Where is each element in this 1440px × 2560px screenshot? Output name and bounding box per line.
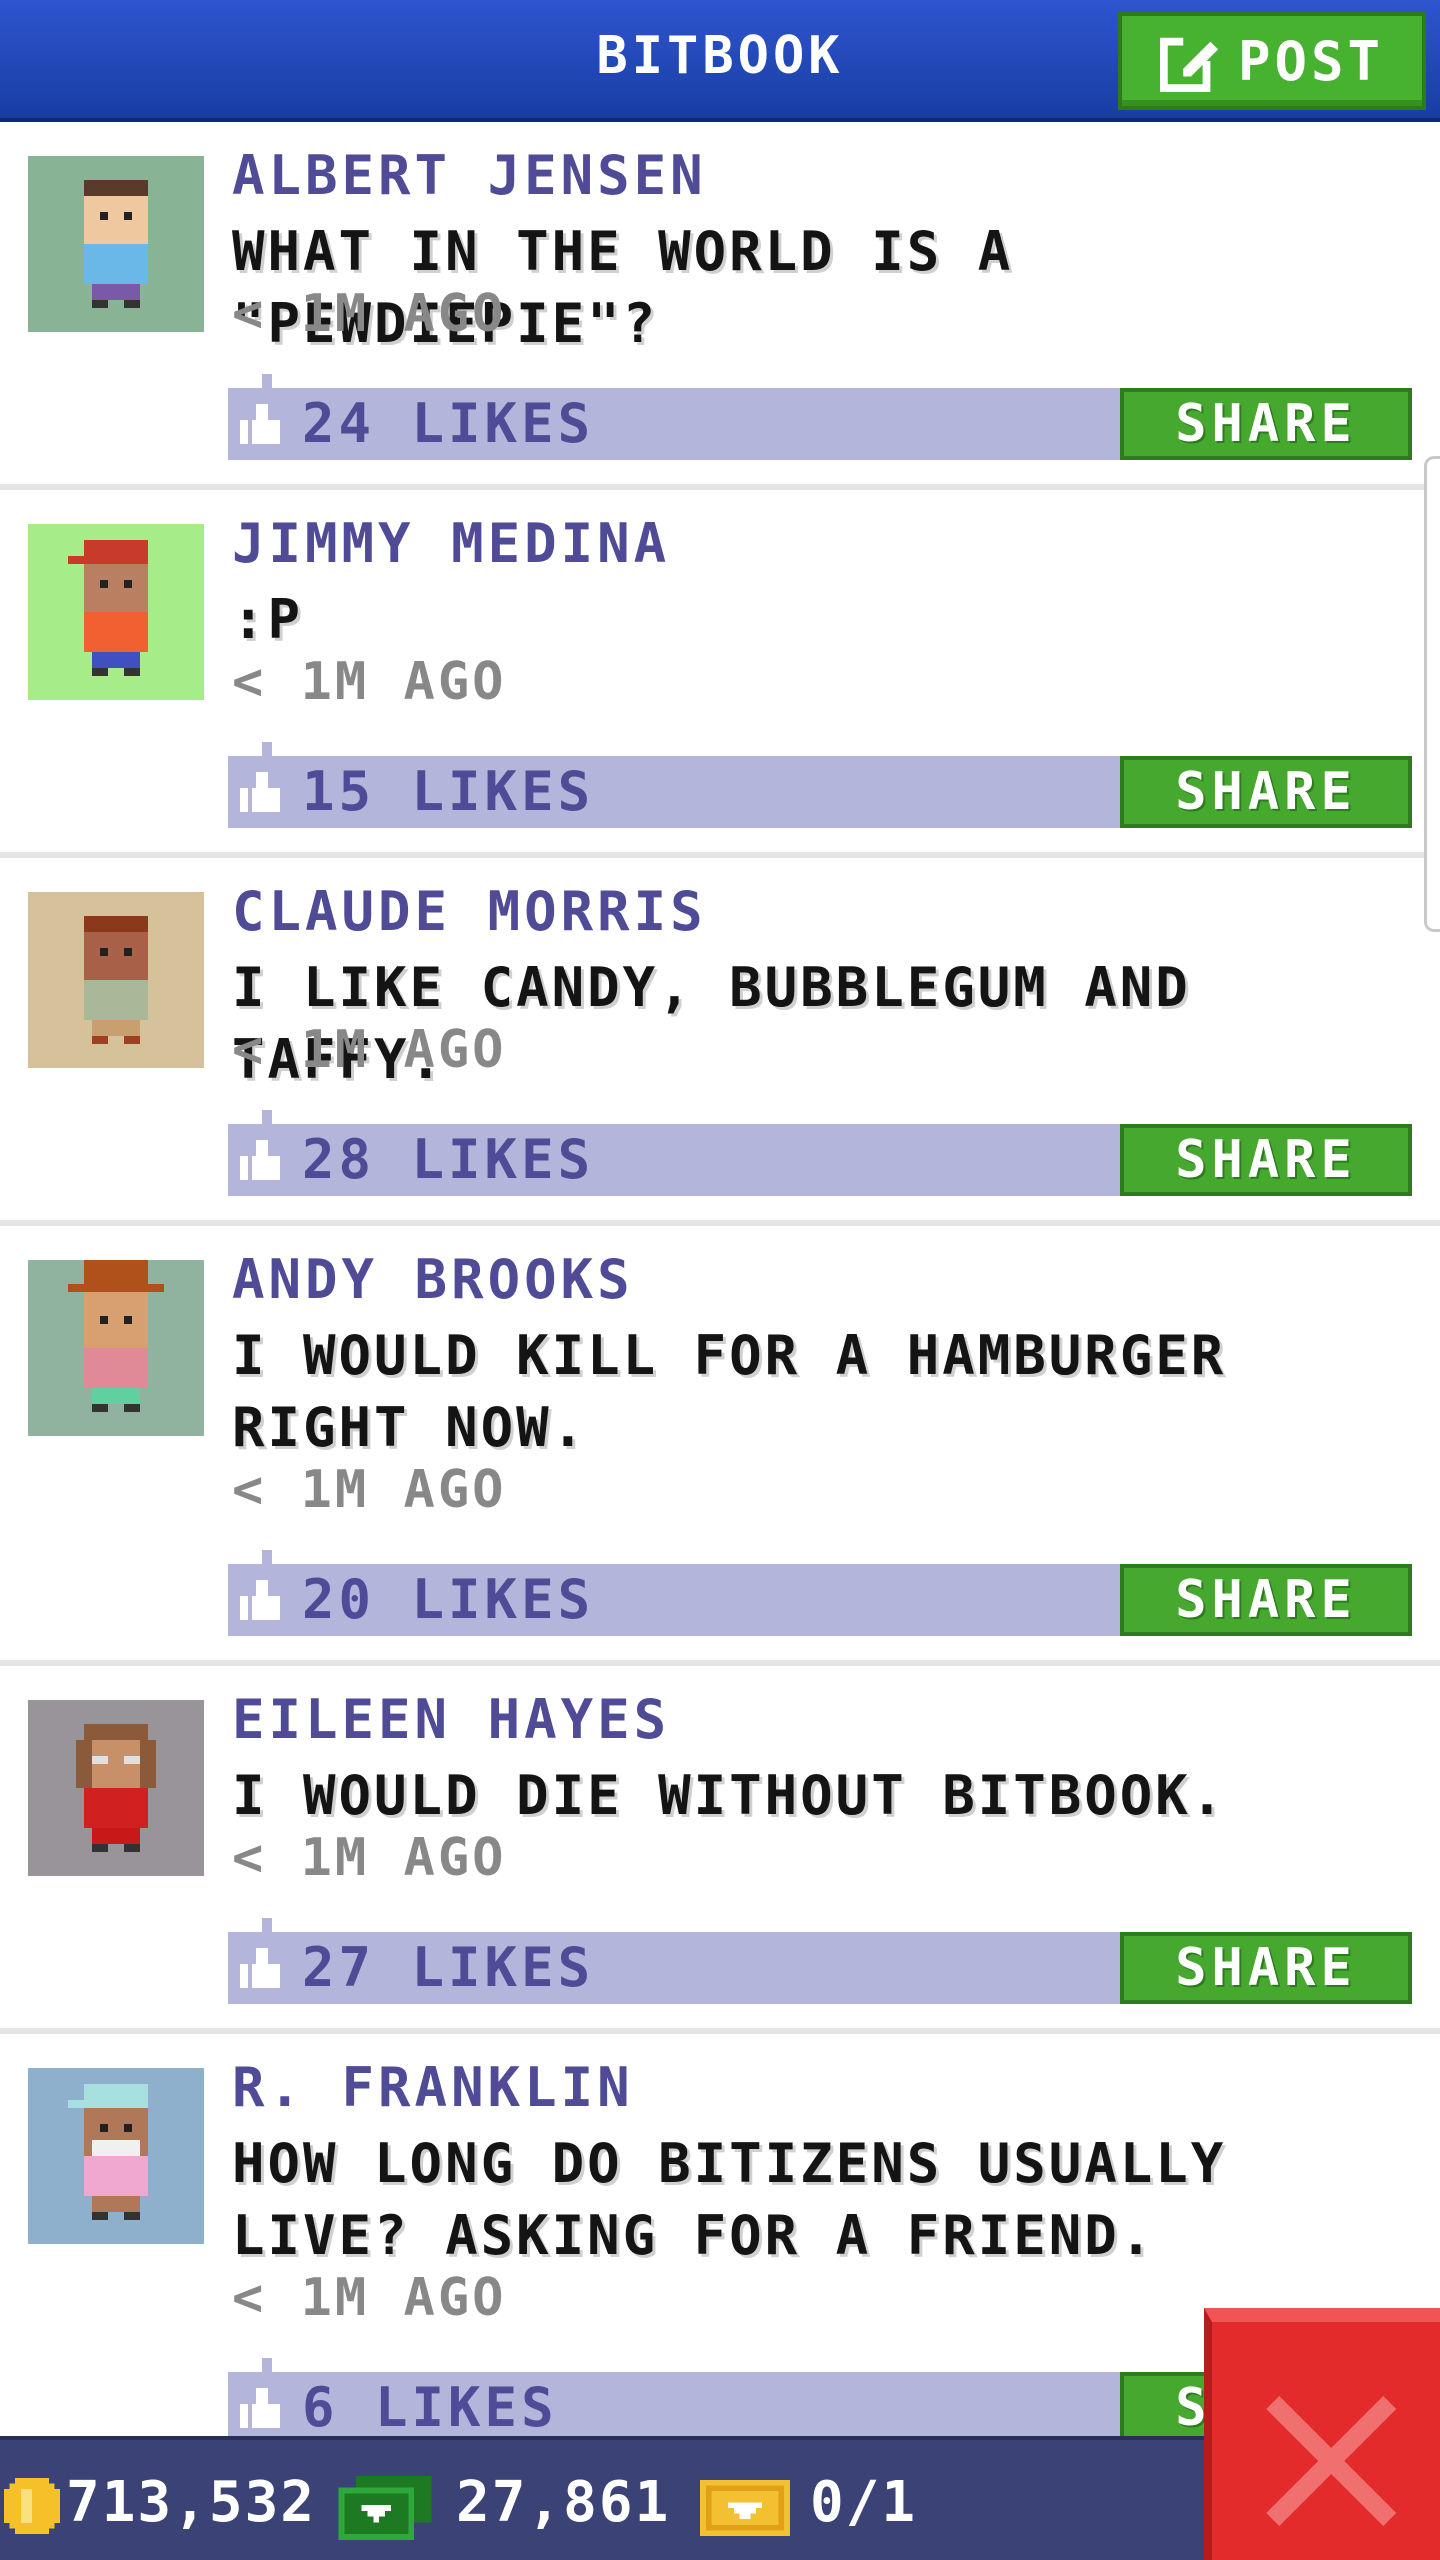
close-icon xyxy=(1266,2396,1396,2526)
coin-balance: 713,532 xyxy=(66,2470,317,2535)
bitizen-avatar-image xyxy=(28,2068,204,2244)
post-message: HOW LONG DO BITIZENS USUALLY LIVE? ASKIN… xyxy=(232,2132,1227,2267)
ticket-count: 0/1 xyxy=(810,2470,918,2535)
thumbs-up-icon[interactable] xyxy=(240,1140,280,1180)
post-time: < 1M AGO xyxy=(232,1460,507,1520)
bux-icon xyxy=(338,2476,432,2540)
bitizen-avatar-image xyxy=(28,892,204,1068)
share-button[interactable]: SHARE xyxy=(1120,756,1412,828)
post-button[interactable]: POST xyxy=(1118,12,1426,110)
bitizen-avatar xyxy=(28,1260,204,1436)
thumbs-up-icon[interactable] xyxy=(240,772,280,812)
feed-post: JIMMY MEDINA :P < 1M AGO 15 LIKES SHARE xyxy=(0,494,1412,852)
like-count: 27 LIKES xyxy=(302,1936,595,1999)
post-message: :P xyxy=(232,588,304,651)
post-author[interactable]: ANDY BROOKS xyxy=(232,1248,634,1311)
post-time: < 1M AGO xyxy=(232,2268,507,2328)
share-button[interactable]: SHARE xyxy=(1120,1124,1412,1196)
post-time: < 1M AGO xyxy=(232,1020,507,1080)
thumbs-up-icon[interactable] xyxy=(240,1948,280,1988)
like-bar: 15 LIKES SHARE xyxy=(228,742,1412,828)
bitizen-avatar xyxy=(28,1700,204,1876)
bitizen-avatar xyxy=(28,2068,204,2244)
post-divider xyxy=(0,852,1440,858)
bitizen-avatar-image xyxy=(28,1700,204,1876)
feed-post: ANDY BROOKS I WOULD KILL FOR A HAMBURGER… xyxy=(0,1230,1412,1660)
like-bar: 20 LIKES SHARE xyxy=(228,1550,1412,1636)
feed-post: EILEEN HAYES I WOULD DIE WITHOUT BITBOOK… xyxy=(0,1670,1412,2028)
feed-post: R. FRANKLIN HOW LONG DO BITIZENS USUALLY… xyxy=(0,2038,1412,2436)
feed-post: CLAUDE MORRIS I LIKE CANDY, BUBBLEGUM AN… xyxy=(0,862,1412,1220)
like-bar: 28 LIKES SHARE xyxy=(228,1110,1412,1196)
like-bar: 24 LIKES SHARE xyxy=(228,374,1412,460)
post-author[interactable]: R. FRANKLIN xyxy=(232,2056,634,2119)
bux-balance: 27,861 xyxy=(456,2470,671,2535)
ticket-icon xyxy=(700,2480,790,2536)
like-count: 24 LIKES xyxy=(302,392,595,455)
post-divider xyxy=(0,2028,1440,2034)
post-button-label: POST xyxy=(1237,29,1385,93)
close-button[interactable] xyxy=(1204,2308,1440,2560)
share-button[interactable]: SHARE xyxy=(1120,388,1412,460)
bitizen-avatar-image xyxy=(28,1260,204,1436)
post-time: < 1M AGO xyxy=(232,1828,507,1888)
bitizen-avatar-image xyxy=(28,524,204,700)
post-author[interactable]: ALBERT JENSEN xyxy=(232,144,707,207)
edit-icon xyxy=(1159,33,1219,92)
feed-post: ALBERT JENSEN WHAT IN THE WORLD IS A "PE… xyxy=(0,126,1412,484)
post-divider xyxy=(0,484,1440,490)
scroll-indicator[interactable] xyxy=(1424,456,1440,932)
share-button[interactable]: SHARE xyxy=(1120,1932,1412,2004)
post-feed[interactable]: ALBERT JENSEN WHAT IN THE WORLD IS A "PE… xyxy=(0,126,1440,2436)
post-divider xyxy=(0,1660,1440,1666)
bitizen-avatar xyxy=(28,156,204,332)
bitizen-avatar xyxy=(28,524,204,700)
post-author[interactable]: CLAUDE MORRIS xyxy=(232,880,707,943)
like-count: 6 LIKES xyxy=(302,2376,558,2436)
share-button[interactable]: SHARE xyxy=(1120,1564,1412,1636)
thumbs-up-icon[interactable] xyxy=(240,1580,280,1620)
coin-icon xyxy=(4,2478,60,2534)
thumbs-up-icon[interactable] xyxy=(240,404,280,444)
bitizen-avatar-image xyxy=(28,156,204,332)
like-count: 20 LIKES xyxy=(302,1568,595,1631)
like-count: 28 LIKES xyxy=(302,1128,595,1191)
like-count: 15 LIKES xyxy=(302,760,595,823)
post-time: < 1M AGO xyxy=(232,652,507,712)
thumbs-up-icon[interactable] xyxy=(240,2388,280,2428)
post-message: I WOULD DIE WITHOUT BITBOOK. xyxy=(232,1764,1227,1827)
post-time: < 1M AGO xyxy=(232,284,507,344)
app-header: BITBOOK POST xyxy=(0,0,1440,122)
post-author[interactable]: EILEEN HAYES xyxy=(232,1688,670,1751)
bitizen-avatar xyxy=(28,892,204,1068)
post-message: I WOULD KILL FOR A HAMBURGER RIGHT NOW. xyxy=(232,1324,1227,1459)
post-author[interactable]: JIMMY MEDINA xyxy=(232,512,670,575)
post-divider xyxy=(0,1220,1440,1226)
like-bar: 27 LIKES SHARE xyxy=(228,1918,1412,2004)
